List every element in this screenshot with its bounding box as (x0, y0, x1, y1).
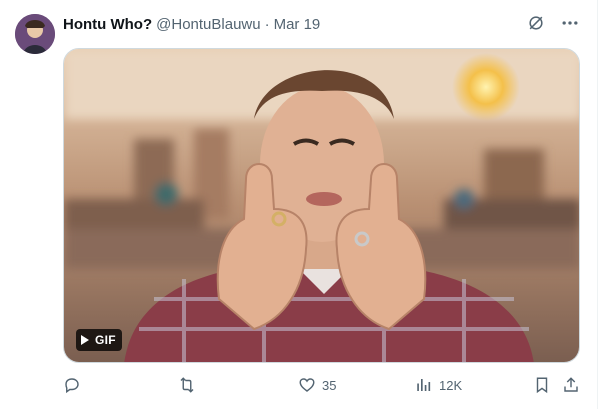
gif-media[interactable]: GIF (63, 48, 580, 363)
like-button[interactable]: 35 (298, 376, 336, 394)
author-handle[interactable]: @HontuBlauwu (156, 16, 260, 33)
bookmark-icon (536, 377, 548, 394)
retweet-icon (180, 377, 194, 393)
author-display-name[interactable]: Hontu Who? (63, 16, 152, 33)
tweet-date[interactable]: Mar 19 (274, 16, 321, 33)
retweet-button[interactable] (177, 376, 203, 394)
header-separator: · (264, 15, 270, 33)
like-count: 35 (322, 377, 337, 393)
header-actions (525, 12, 581, 34)
tweet-header: Hontu Who? @HontuBlauwu · Mar 19 (63, 14, 581, 34)
like-icon (299, 378, 315, 392)
views-icon (417, 379, 431, 391)
gif-frame (64, 49, 579, 362)
action-bar: 35 12K (63, 376, 581, 398)
reply-icon (65, 378, 79, 394)
grok-icon[interactable] (525, 12, 547, 34)
gif-badge: GIF (76, 329, 122, 351)
gif-label: GIF (95, 333, 116, 347)
views-button[interactable]: 12K (415, 376, 462, 394)
more-icon[interactable] (559, 12, 581, 34)
share-button[interactable] (562, 376, 580, 394)
play-icon[interactable] (80, 334, 90, 346)
reply-button[interactable] (63, 376, 87, 394)
share-icon (564, 377, 578, 392)
views-count: 12K (439, 377, 463, 393)
avatar[interactable] (15, 14, 55, 54)
tweet-card[interactable]: Hontu Who? @HontuBlauwu · Mar 19 GIF 35 … (0, 0, 598, 409)
bookmark-button[interactable] (533, 376, 551, 394)
